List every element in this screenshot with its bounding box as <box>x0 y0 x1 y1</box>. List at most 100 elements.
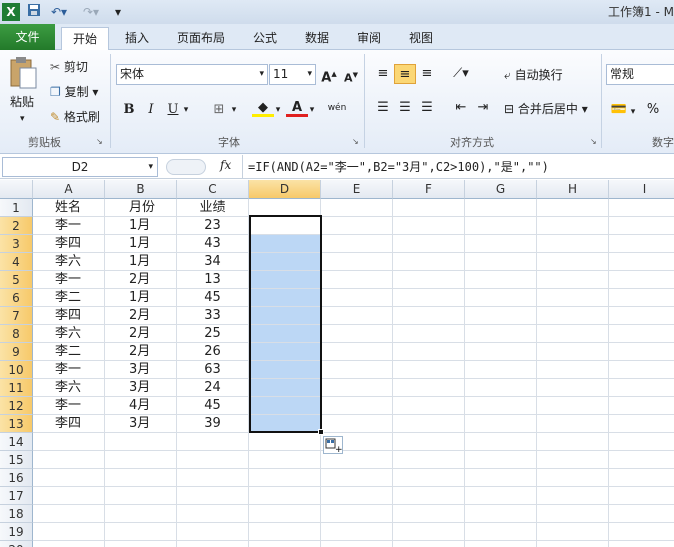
cell[interactable] <box>609 487 674 505</box>
paste-dropdown-icon[interactable]: ▾ <box>20 110 25 128</box>
column-header[interactable]: I <box>609 180 674 199</box>
cell[interactable] <box>537 253 609 271</box>
cell[interactable] <box>393 505 465 523</box>
cut-button[interactable]: ✂ 剪切 <box>50 58 88 76</box>
cell[interactable] <box>537 505 609 523</box>
cell[interactable]: 李一 <box>33 271 105 289</box>
cell[interactable] <box>537 541 609 547</box>
cell[interactable]: 1月 <box>105 253 177 271</box>
cell[interactable] <box>465 451 537 469</box>
cell[interactable] <box>321 217 393 235</box>
cell[interactable] <box>393 235 465 253</box>
cell[interactable] <box>249 469 321 487</box>
cell[interactable] <box>321 415 393 433</box>
cell[interactable] <box>249 505 321 523</box>
row-header[interactable]: 9 <box>0 343 33 361</box>
cell[interactable]: 3月 <box>105 415 177 433</box>
row-header[interactable]: 16 <box>0 469 33 487</box>
cell[interactable]: 2月 <box>105 307 177 325</box>
chevron-down-icon[interactable]: ▾ <box>628 102 638 122</box>
cell[interactable] <box>393 523 465 541</box>
cell[interactable] <box>609 523 674 541</box>
formula-bar-splitter[interactable] <box>166 159 206 175</box>
cell[interactable] <box>537 199 609 217</box>
cell[interactable] <box>105 541 177 547</box>
cell[interactable] <box>609 541 674 547</box>
percent-button[interactable]: % <box>642 100 664 120</box>
row-header[interactable]: 1 <box>0 199 33 217</box>
increase-indent-icon[interactable]: ⇥ <box>472 98 494 118</box>
cell[interactable] <box>33 541 105 547</box>
cell[interactable] <box>249 487 321 505</box>
tab-review[interactable]: 审阅 <box>350 27 388 50</box>
cell[interactable]: 24 <box>177 379 249 397</box>
cell[interactable] <box>249 325 321 343</box>
cell[interactable] <box>249 379 321 397</box>
cell[interactable] <box>537 469 609 487</box>
cell[interactable] <box>249 523 321 541</box>
row-header[interactable]: 12 <box>0 397 33 415</box>
cell[interactable] <box>609 217 674 235</box>
cell[interactable] <box>465 217 537 235</box>
merge-center-button[interactable]: ⊟ 合并后居中 ▾ <box>504 100 588 118</box>
row-header[interactable]: 11 <box>0 379 33 397</box>
column-header[interactable]: C <box>177 180 249 199</box>
cell[interactable] <box>465 289 537 307</box>
cell[interactable] <box>249 361 321 379</box>
align-right-icon[interactable]: ☰ <box>416 98 438 118</box>
cell[interactable]: 45 <box>177 397 249 415</box>
cell[interactable]: 李一 <box>33 397 105 415</box>
chevron-down-icon[interactable]: ▾ <box>306 100 318 120</box>
tab-home[interactable]: 开始 <box>61 27 109 51</box>
cell[interactable] <box>321 397 393 415</box>
cell[interactable]: 43 <box>177 235 249 253</box>
column-header[interactable]: F <box>393 180 465 199</box>
cell[interactable] <box>465 325 537 343</box>
cell[interactable] <box>105 487 177 505</box>
cell[interactable] <box>321 235 393 253</box>
row-header[interactable]: 20 <box>0 541 33 547</box>
undo-icon[interactable]: ↶▾ <box>48 3 70 21</box>
tab-page-layout[interactable]: 页面布局 <box>170 27 232 50</box>
cell[interactable] <box>105 469 177 487</box>
tab-formulas[interactable]: 公式 <box>246 27 284 50</box>
cell[interactable] <box>609 451 674 469</box>
cell[interactable]: 25 <box>177 325 249 343</box>
cell[interactable] <box>537 271 609 289</box>
cell[interactable]: 月份 <box>105 199 177 217</box>
cell[interactable] <box>465 253 537 271</box>
cell[interactable] <box>177 505 249 523</box>
cell[interactable] <box>609 271 674 289</box>
cell[interactable]: 业绩 <box>177 199 249 217</box>
cell[interactable] <box>33 433 105 451</box>
row-header[interactable]: 15 <box>0 451 33 469</box>
cell[interactable] <box>537 379 609 397</box>
align-middle-icon[interactable]: ≡ <box>394 64 416 84</box>
cell[interactable] <box>609 307 674 325</box>
cell[interactable] <box>465 397 537 415</box>
column-header[interactable]: D <box>249 180 321 199</box>
row-header[interactable]: 7 <box>0 307 33 325</box>
shrink-font-button[interactable]: A▼ <box>340 65 362 85</box>
cell[interactable] <box>609 433 674 451</box>
save-icon[interactable] <box>26 3 42 21</box>
cell[interactable] <box>609 325 674 343</box>
paste-button[interactable]: 粘贴 <box>10 93 34 111</box>
cell[interactable] <box>609 253 674 271</box>
tab-view[interactable]: 视图 <box>402 27 440 50</box>
cell[interactable] <box>537 343 609 361</box>
cell[interactable] <box>609 415 674 433</box>
auto-fill-options-button[interactable]: + <box>323 436 343 455</box>
cell[interactable]: 1月 <box>105 235 177 253</box>
cell[interactable] <box>465 487 537 505</box>
cell[interactable] <box>609 235 674 253</box>
borders-icon[interactable]: ⊞ <box>208 100 230 120</box>
cell[interactable] <box>393 415 465 433</box>
cell[interactable] <box>249 235 321 253</box>
cell[interactable] <box>321 505 393 523</box>
cell[interactable] <box>609 289 674 307</box>
cell[interactable] <box>393 397 465 415</box>
cell[interactable] <box>249 541 321 547</box>
cell[interactable] <box>249 451 321 469</box>
cell[interactable] <box>177 487 249 505</box>
